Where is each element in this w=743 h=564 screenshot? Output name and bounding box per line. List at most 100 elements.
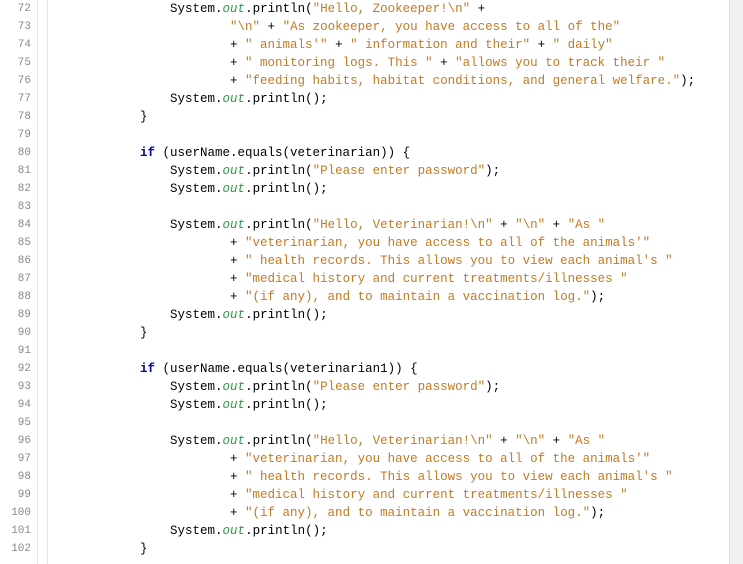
- code-token: " health records. This allows you to vie…: [245, 470, 673, 484]
- code-line[interactable]: + "(if any), and to maintain a vaccinati…: [48, 504, 743, 522]
- code-token: "medical history and current treatments/…: [245, 272, 628, 286]
- line-number: 82: [0, 180, 37, 198]
- vertical-scrollbar[interactable]: [729, 0, 743, 564]
- code-token: +: [230, 506, 245, 520]
- code-line[interactable]: "\n" + "As zookeeper, you have access to…: [48, 18, 743, 36]
- line-number: 87: [0, 270, 37, 288]
- code-line[interactable]: + "medical history and current treatment…: [48, 270, 743, 288]
- code-token: +: [493, 434, 516, 448]
- code-token: "Hello, Veterinarian!\n": [313, 434, 493, 448]
- code-token: .println(: [245, 2, 313, 16]
- line-number: 96: [0, 432, 37, 450]
- code-token: .println(: [245, 434, 313, 448]
- code-token: System.: [170, 380, 223, 394]
- code-token: out: [223, 218, 246, 232]
- code-line[interactable]: + " monitoring logs. This " + "allows yo…: [48, 54, 743, 72]
- code-line[interactable]: [48, 342, 743, 360]
- code-token: "veterinarian, you have access to all of…: [245, 452, 650, 466]
- code-line[interactable]: + "feeding habits, habitat conditions, a…: [48, 72, 743, 90]
- code-line[interactable]: System.out.println();: [48, 522, 743, 540]
- code-line[interactable]: + "medical history and current treatment…: [48, 486, 743, 504]
- line-number: 93: [0, 378, 37, 396]
- code-token: "\n": [515, 218, 545, 232]
- line-number: 97: [0, 450, 37, 468]
- code-line[interactable]: + "veterinarian, you have access to all …: [48, 450, 743, 468]
- code-token: .println();: [245, 92, 328, 106]
- code-token: +: [493, 218, 516, 232]
- code-line[interactable]: [48, 126, 743, 144]
- code-token: }: [140, 110, 148, 124]
- code-token: "Please enter password": [313, 164, 486, 178]
- code-token: +: [433, 56, 456, 70]
- code-token: System.: [170, 164, 223, 178]
- code-token: out: [223, 2, 246, 16]
- code-line[interactable]: System.out.println();: [48, 396, 743, 414]
- line-number: 75: [0, 54, 37, 72]
- code-line[interactable]: System.out.println();: [48, 180, 743, 198]
- code-line[interactable]: + " animals'" + " information and their"…: [48, 36, 743, 54]
- code-line[interactable]: + "(if any), and to maintain a vaccinati…: [48, 288, 743, 306]
- code-token: "\n": [230, 20, 260, 34]
- code-token: System.: [170, 308, 223, 322]
- code-line[interactable]: System.out.println();: [48, 90, 743, 108]
- code-line[interactable]: if (userName.equals(veterinarian1)) {: [48, 360, 743, 378]
- line-number: 83: [0, 198, 37, 216]
- line-number: 77: [0, 90, 37, 108]
- code-token: System.: [170, 398, 223, 412]
- code-line[interactable]: if (userName.equals(veterinarian)) {: [48, 144, 743, 162]
- code-line[interactable]: System.out.println("Please enter passwor…: [48, 162, 743, 180]
- code-token: " health records. This allows you to vie…: [245, 254, 673, 268]
- line-number: 76: [0, 72, 37, 90]
- code-token: out: [223, 308, 246, 322]
- line-number: 73: [0, 18, 37, 36]
- code-line[interactable]: System.out.println("Hello, Veterinarian!…: [48, 216, 743, 234]
- line-number: 98: [0, 468, 37, 486]
- line-number: 91: [0, 342, 37, 360]
- line-number: 99: [0, 486, 37, 504]
- code-token: +: [230, 74, 245, 88]
- code-line[interactable]: + " health records. This allows you to v…: [48, 468, 743, 486]
- code-token: +: [230, 56, 245, 70]
- code-line[interactable]: + " health records. This allows you to v…: [48, 252, 743, 270]
- code-line[interactable]: + "veterinarian, you have access to all …: [48, 234, 743, 252]
- code-token: out: [223, 164, 246, 178]
- code-token: +: [328, 38, 351, 52]
- code-token: System.: [170, 218, 223, 232]
- code-line[interactable]: }: [48, 324, 743, 342]
- code-token: System.: [170, 434, 223, 448]
- code-token: System.: [170, 2, 223, 16]
- code-token: "(if any), and to maintain a vaccination…: [245, 506, 590, 520]
- line-number: 95: [0, 414, 37, 432]
- code-line[interactable]: [48, 414, 743, 432]
- code-token: .println(: [245, 164, 313, 178]
- code-line[interactable]: [48, 198, 743, 216]
- code-token: .println();: [245, 524, 328, 538]
- code-token: +: [230, 236, 245, 250]
- code-token: );: [485, 380, 500, 394]
- code-line[interactable]: System.out.println("Please enter passwor…: [48, 378, 743, 396]
- code-token: +: [230, 290, 245, 304]
- code-token: "Please enter password": [313, 380, 486, 394]
- code-token: (userName.equals(veterinarian1)) {: [155, 362, 418, 376]
- code-token: .println();: [245, 182, 328, 196]
- code-token: (userName.equals(veterinarian)) {: [155, 146, 410, 160]
- code-line[interactable]: System.out.println("Hello, Zookeeper!\n"…: [48, 0, 743, 18]
- line-number: 92: [0, 360, 37, 378]
- code-token: +: [470, 2, 485, 16]
- code-editor-area[interactable]: System.out.println("Hello, Zookeeper!\n"…: [48, 0, 743, 564]
- code-token: out: [223, 380, 246, 394]
- code-line[interactable]: }: [48, 108, 743, 126]
- line-number: 80: [0, 144, 37, 162]
- line-number: 84: [0, 216, 37, 234]
- line-number: 86: [0, 252, 37, 270]
- code-token: );: [485, 164, 500, 178]
- code-token: "medical history and current treatments/…: [245, 488, 628, 502]
- code-line[interactable]: }: [48, 540, 743, 558]
- code-token: .println();: [245, 398, 328, 412]
- code-token: if: [140, 146, 155, 160]
- code-line[interactable]: System.out.println("Hello, Veterinarian!…: [48, 432, 743, 450]
- code-token: +: [230, 254, 245, 268]
- code-token: " animals'": [245, 38, 328, 52]
- code-token: out: [223, 92, 246, 106]
- code-line[interactable]: System.out.println();: [48, 306, 743, 324]
